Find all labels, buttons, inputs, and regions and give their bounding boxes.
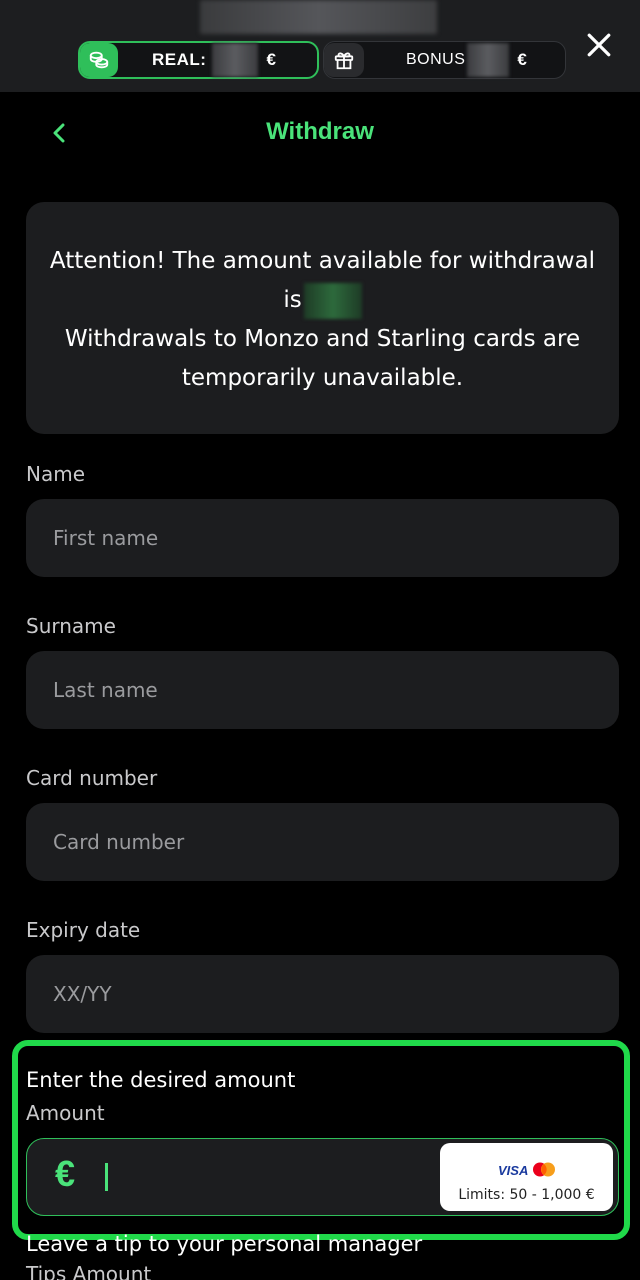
page-title: Withdraw (266, 118, 374, 145)
amount-input[interactable]: € VISA Limits: 50 - 1,000 € (26, 1138, 619, 1216)
top-bar: REAL: € BONUS € (0, 0, 640, 92)
withdrawal-notice: Attention! The amount available for with… (26, 202, 619, 434)
mastercard-icon (533, 1162, 555, 1177)
expiry-date-input[interactable] (26, 955, 619, 1033)
name-label: Name (26, 462, 86, 486)
blurred-header-content (200, 0, 437, 34)
real-balance-pill[interactable]: REAL: € (78, 41, 319, 79)
bonus-balance-pill[interactable]: BONUS € (323, 41, 566, 79)
coins-icon (80, 43, 118, 77)
bonus-balance-label: BONUS (406, 51, 466, 68)
real-balance-label: REAL: (152, 50, 207, 69)
bonus-balance-currency: € (517, 50, 527, 69)
real-balance-currency: € (266, 50, 276, 69)
notice-unavailable-text: Withdrawals to Monzo and Starling cards … (64, 326, 581, 391)
text-caret (105, 1163, 108, 1191)
visa-logo: VISA (498, 1163, 529, 1178)
last-name-input[interactable] (26, 651, 619, 729)
amount-section-title: Enter the desired amount (26, 1068, 296, 1092)
close-icon (587, 33, 611, 57)
card-number-label: Card number (26, 766, 158, 790)
first-name-input[interactable] (26, 499, 619, 577)
amount-label: Amount (26, 1101, 105, 1125)
expiry-date-label: Expiry date (26, 918, 141, 942)
surname-label: Surname (26, 614, 116, 638)
bonus-balance-value-hidden (467, 43, 510, 77)
tip-section-title: Leave a tip to your personal manager (26, 1232, 423, 1256)
gift-icon (324, 43, 364, 77)
amount-limits: Limits: 50 - 1,000 € (458, 1187, 595, 1203)
close-button[interactable] (582, 28, 616, 62)
currency-symbol: € (55, 1153, 76, 1194)
available-amount-hidden (303, 282, 362, 319)
real-balance-value-hidden (212, 43, 259, 77)
tips-amount-label: Tips Amount (26, 1262, 152, 1280)
card-number-input[interactable] (26, 803, 619, 881)
payment-limits-card: VISA Limits: 50 - 1,000 € (440, 1143, 613, 1211)
